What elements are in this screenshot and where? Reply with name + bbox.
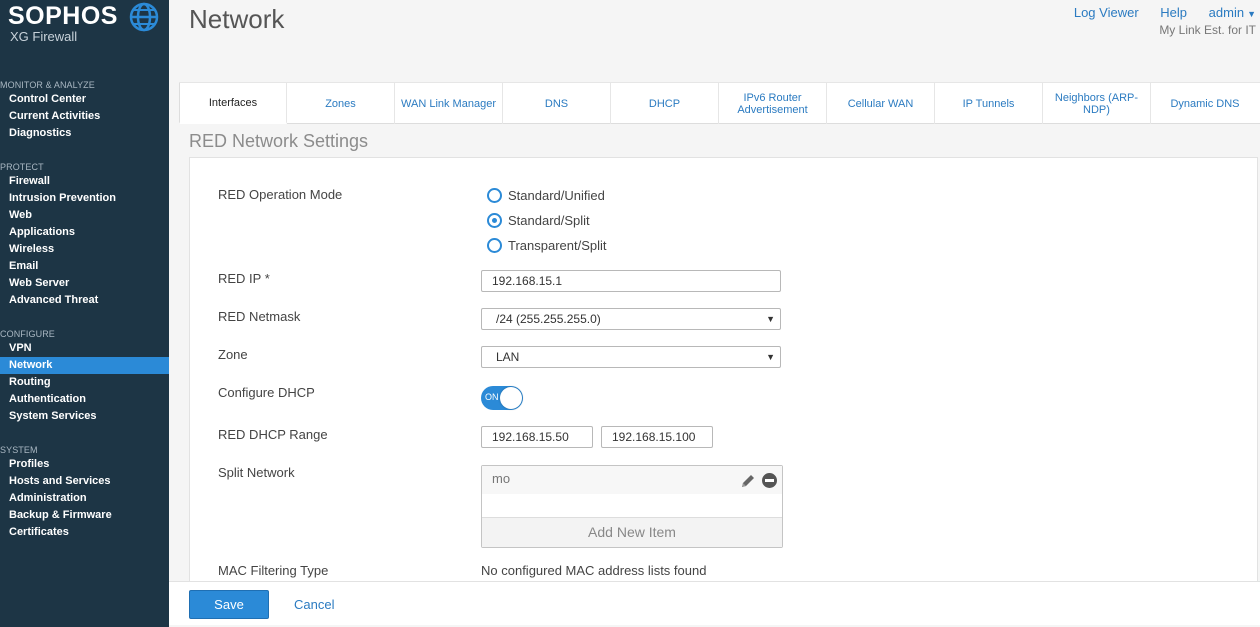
sidebar-item-wireless[interactable]: Wireless	[0, 241, 169, 258]
dhcp-range-end-input[interactable]: 192.168.15.100	[601, 426, 713, 448]
zone-value: LAN	[496, 350, 520, 364]
toggle-state: ON	[485, 392, 499, 402]
chevron-down-icon: ▼	[1247, 9, 1256, 19]
tab-cellular-wan[interactable]: Cellular WAN	[827, 83, 935, 124]
radio-label: Standard/Split	[508, 213, 590, 228]
sidebar-item-advanced-threat[interactable]: Advanced Threat	[0, 292, 169, 309]
red-netmask-value: /24 (255.255.255.0)	[496, 312, 601, 326]
radio-circle	[487, 238, 502, 253]
header-subtitle: My Link Est. for IT	[1159, 23, 1256, 37]
sidebar-item-web-server[interactable]: Web Server	[0, 275, 169, 292]
section-title: RED Network Settings	[189, 131, 369, 151]
tab-dns[interactable]: DNS	[503, 83, 611, 124]
brand-name: SOPHOS	[8, 2, 118, 30]
dhcp-range-label: RED DHCP Range	[218, 427, 328, 442]
split-network-item-name: mo	[492, 471, 511, 486]
sidebar-item-firewall[interactable]: Firewall	[0, 173, 169, 190]
help-link[interactable]: Help	[1160, 5, 1187, 20]
toggle-knob	[500, 387, 522, 409]
sidebar-item-routing[interactable]: Routing	[0, 374, 169, 391]
sidebar-item-intrusion-prevention[interactable]: Intrusion Prevention	[0, 190, 169, 207]
footer-bar: Save Cancel	[169, 581, 1260, 625]
mac-filtering-label: MAC Filtering Type	[218, 563, 329, 578]
nav-section-system: SYSTEM	[0, 445, 38, 455]
red-ip-label: RED IP *	[218, 271, 270, 286]
radio-label: Standard/Unified	[508, 188, 605, 203]
admin-menu[interactable]: admin ▼	[1209, 5, 1256, 20]
sidebar: SOPHOS XG Firewall MONITOR & ANALYZE Con…	[0, 0, 169, 627]
split-network-label: Split Network	[218, 465, 295, 480]
cancel-button[interactable]: Cancel	[294, 597, 334, 612]
dhcp-range-start-input[interactable]: 192.168.15.50	[481, 426, 593, 448]
red-netmask-select[interactable]: /24 (255.255.255.0) ▼	[481, 308, 781, 330]
red-netmask-label: RED Netmask	[218, 309, 301, 324]
radio-circle-checked	[487, 213, 502, 228]
sidebar-item-profiles[interactable]: Profiles	[0, 456, 169, 473]
list-item: mo	[482, 466, 782, 494]
sidebar-item-hosts-and-services[interactable]: Hosts and Services	[0, 473, 169, 490]
top-links: Log Viewer Help admin ▼	[1056, 5, 1256, 20]
tab-dhcp[interactable]: DHCP	[611, 83, 719, 124]
admin-label: admin	[1208, 5, 1245, 20]
sidebar-item-applications[interactable]: Applications	[0, 224, 169, 241]
sidebar-item-authentication[interactable]: Authentication	[0, 391, 169, 408]
tab-bar: Interfaces Zones WAN Link Manager DNS DH…	[179, 82, 1260, 124]
remove-icon[interactable]	[762, 473, 777, 488]
dropdown-arrow-icon: ▼	[766, 314, 775, 324]
sidebar-item-administration[interactable]: Administration	[0, 490, 169, 507]
sidebar-item-control-center[interactable]: Control Center	[0, 91, 169, 108]
zone-select[interactable]: LAN ▼	[481, 346, 781, 368]
operation-mode-label: RED Operation Mode	[218, 187, 343, 202]
product-name: XG Firewall	[10, 29, 78, 44]
radio-transparent-split[interactable]: Transparent/Split	[487, 238, 607, 253]
red-ip-input[interactable]: 192.168.15.1	[481, 270, 781, 292]
configure-dhcp-toggle[interactable]: ON	[481, 386, 523, 410]
sidebar-item-backup-firmware[interactable]: Backup & Firmware	[0, 507, 169, 524]
nav-section-monitor: MONITOR & ANALYZE	[0, 80, 95, 90]
sidebar-item-current-activities[interactable]: Current Activities	[0, 108, 169, 125]
radio-circle	[487, 188, 502, 203]
save-button[interactable]: Save	[189, 590, 269, 619]
sidebar-item-diagnostics[interactable]: Diagnostics	[0, 125, 169, 142]
radio-standard-split[interactable]: Standard/Split	[487, 213, 590, 228]
tab-ipv6-router-advertisement[interactable]: IPv6 Router Advertisement	[719, 83, 827, 124]
tab-ip-tunnels[interactable]: IP Tunnels	[935, 83, 1043, 124]
radio-label: Transparent/Split	[508, 238, 607, 253]
configure-dhcp-label: Configure DHCP	[218, 385, 315, 400]
tab-dynamic-dns[interactable]: Dynamic DNS	[1151, 83, 1259, 124]
sophos-logo: SOPHOS XG Firewall	[8, 2, 159, 44]
nav-section-protect: PROTECT	[0, 162, 44, 172]
tab-interfaces[interactable]: Interfaces	[179, 83, 287, 124]
zone-label: Zone	[218, 347, 248, 362]
globe-icon	[129, 2, 159, 32]
nav-section-configure: CONFIGURE	[0, 329, 55, 339]
dropdown-arrow-icon: ▼	[766, 352, 775, 362]
pencil-icon[interactable]	[740, 473, 756, 489]
sidebar-item-web[interactable]: Web	[0, 207, 169, 224]
sidebar-item-network[interactable]: Network	[0, 357, 169, 374]
tab-wan-link-manager[interactable]: WAN Link Manager	[395, 83, 503, 124]
sidebar-item-email[interactable]: Email	[0, 258, 169, 275]
log-viewer-link[interactable]: Log Viewer	[1074, 5, 1139, 20]
page-title: Network	[189, 4, 285, 34]
radio-standard-unified[interactable]: Standard/Unified	[487, 188, 605, 203]
tab-neighbors[interactable]: Neighbors (ARP-NDP)	[1043, 83, 1151, 124]
tab-zones[interactable]: Zones	[287, 83, 395, 124]
sidebar-item-system-services[interactable]: System Services	[0, 408, 169, 425]
sidebar-item-certificates[interactable]: Certificates	[0, 524, 169, 541]
split-network-list: mo Add New Item	[481, 465, 783, 548]
settings-panel: RED Operation Mode Standard/Unified Stan…	[189, 157, 1258, 581]
mac-filtering-value: No configured MAC address lists found	[481, 563, 707, 578]
add-new-item-button[interactable]: Add New Item	[482, 517, 782, 547]
sidebar-item-vpn[interactable]: VPN	[0, 340, 169, 357]
